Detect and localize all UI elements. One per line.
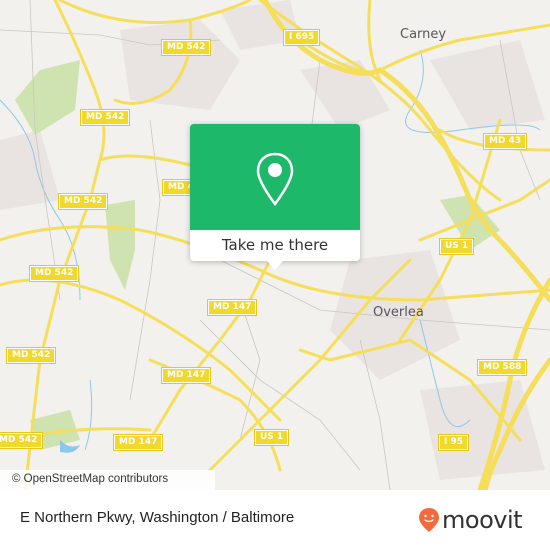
popup-pointer [267,261,283,270]
route-shield-md-147: MD 147 [112,434,164,451]
footer-bar: E Northern Pkwy, Washington / Baltimore … [0,490,550,550]
route-shield-md-147: MD 147 [206,299,258,316]
moovit-wordmark: moovit [442,506,523,534]
route-shield-md-147: MD 147 [160,367,212,384]
route-shield-md-588: MD 588 [476,359,528,376]
popup-header [190,124,360,230]
take-me-there-label: Take me there [221,236,329,254]
route-shield-md-542: MD 542 [57,193,109,210]
map-canvas[interactable]: Carney Overlea MD 542 I 695 MD 542 MD 43… [0,0,550,490]
location-popup: Take me there [190,124,360,270]
moovit-logo[interactable]: moovit [418,506,523,534]
route-shield-us-1: US 1 [438,238,475,255]
moovit-pin-icon [419,508,439,532]
route-shield-md-542: MD 542 [28,265,80,282]
route-shield-md-542: MD 542 [0,432,44,449]
map-attribution[interactable]: © OpenStreetMap contributors [0,470,215,490]
take-me-there-button[interactable]: Take me there [190,230,360,261]
route-shield-us-1: US 1 [253,429,290,446]
route-shield-md-43: MD 43 [482,133,528,150]
map-pin-icon [256,152,294,207]
place-label-overlea: Overlea [373,305,424,320]
route-shield-md-542: MD 542 [160,39,212,56]
place-label-carney: Carney [400,27,447,42]
route-shield-i-695: I 695 [282,29,321,46]
route-shield-md-542: MD 542 [5,347,57,364]
route-shield-i-95: I 95 [437,434,470,451]
route-shield-md-542: MD 542 [79,109,131,126]
location-title: E Northern Pkwy, Washington / Baltimore [20,509,295,526]
